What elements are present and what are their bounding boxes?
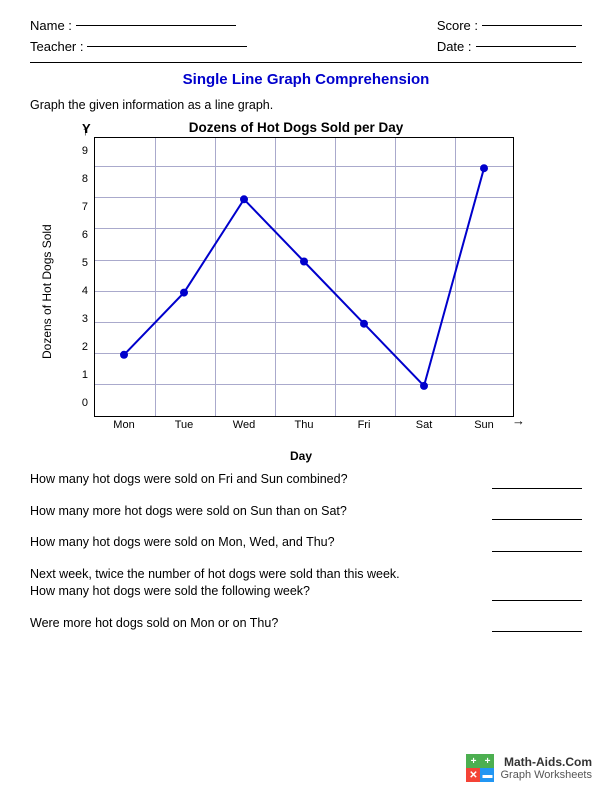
x-label-wed: Wed <box>214 419 274 431</box>
qa-section: How many hot dogs were sold on Fri and S… <box>30 471 582 632</box>
graph-area: Dozens of Hot Dogs Sold per Day Y 0 1 2 … <box>56 120 546 463</box>
question-1: How many hot dogs were sold on Fri and S… <box>30 471 348 489</box>
qa-row-2: How many more hot dogs were sold on Sun … <box>30 503 582 521</box>
header: Name : Teacher : Score : Date : <box>30 18 582 54</box>
footer-logo: + + ✕ ▬ <box>466 754 494 782</box>
x-label-sat: Sat <box>394 419 454 431</box>
data-point-tue <box>180 289 188 297</box>
y-arrow: ↑ <box>82 123 89 138</box>
header-divider <box>30 62 582 63</box>
x-label-tue: Tue <box>154 419 214 431</box>
data-point-mon <box>120 351 128 359</box>
y-label-2: 2 <box>82 333 88 361</box>
data-point-wed <box>240 195 248 203</box>
data-point-sun <box>480 164 488 172</box>
graph-with-axes: Y 0 1 2 3 4 5 6 7 8 9 <box>56 137 546 447</box>
answer-line-2 <box>492 519 582 520</box>
x-arrow: → <box>512 413 525 428</box>
x-labels: Mon Tue Wed Thu Fri Sat Sun <box>94 419 514 431</box>
instruction-text: Graph the given information as a line gr… <box>30 98 582 112</box>
logo-plus2: + <box>480 754 494 768</box>
logo-plus: + <box>466 754 480 768</box>
data-point-sat <box>420 382 428 390</box>
name-label: Name : <box>30 18 72 33</box>
date-label: Date : <box>437 39 472 54</box>
y-label-6: 6 <box>82 221 88 249</box>
footer-subtitle: Graph Worksheets <box>500 769 592 781</box>
logo-minus: ✕ <box>466 768 480 782</box>
answer-line-4 <box>492 600 582 601</box>
y-label-9: 9 <box>82 137 88 165</box>
y-label-3: 3 <box>82 305 88 333</box>
score-input-line <box>482 25 582 26</box>
footer-text: Math-Aids.Com Graph Worksheets <box>500 755 592 781</box>
x-axis-day-label: Day <box>56 449 546 463</box>
qa-row-1: How many hot dogs were sold on Fri and S… <box>30 471 582 489</box>
question-5: Were more hot dogs sold on Mon or on Thu… <box>30 615 278 633</box>
graph-container: Dozens of Hot Dogs Sold Dozens of Hot Do… <box>40 120 582 463</box>
x-label-thu: Thu <box>274 419 334 431</box>
answer-line-1 <box>492 488 582 489</box>
chart-svg <box>94 137 514 417</box>
y-label-1: 1 <box>82 361 88 389</box>
data-point-fri <box>360 320 368 328</box>
y-axis-label: Dozens of Hot Dogs Sold <box>40 120 54 463</box>
y-label-0: 0 <box>82 389 88 417</box>
question-4: Next week, twice the number of hot dogs … <box>30 566 400 601</box>
y-label-8: 8 <box>82 165 88 193</box>
footer-site: Math-Aids.Com <box>500 755 592 769</box>
answer-line-5 <box>492 631 582 632</box>
x-label-sun: Sun <box>454 419 514 431</box>
date-input-line <box>476 46 576 47</box>
y-label-5: 5 <box>82 249 88 277</box>
graph-title: Dozens of Hot Dogs Sold per Day <box>56 120 536 135</box>
y-label-4: 4 <box>82 277 88 305</box>
qa-row-3: How many hot dogs were sold on Mon, Wed,… <box>30 534 582 552</box>
qa-row-5: Were more hot dogs sold on Mon or on Thu… <box>30 615 582 633</box>
question-3: How many hot dogs were sold on Mon, Wed,… <box>30 534 335 552</box>
y-label-7: 7 <box>82 193 88 221</box>
answer-line-3 <box>492 551 582 552</box>
y-labels: 0 1 2 3 4 5 6 7 8 9 <box>56 137 92 417</box>
question-2: How many more hot dogs were sold on Sun … <box>30 503 347 521</box>
score-label: Score : <box>437 18 478 33</box>
x-label-fri: Fri <box>334 419 394 431</box>
teacher-label: Teacher : <box>30 39 83 54</box>
data-point-thu <box>300 258 308 266</box>
teacher-input-line <box>87 46 247 47</box>
name-input-line <box>76 25 236 26</box>
x-label-mon: Mon <box>94 419 154 431</box>
page-title: Single Line Graph Comprehension <box>30 71 582 88</box>
qa-row-4: Next week, twice the number of hot dogs … <box>30 566 582 601</box>
footer: + + ✕ ▬ Math-Aids.Com Graph Worksheets <box>466 754 592 782</box>
logo-bar: ▬ <box>480 768 494 782</box>
